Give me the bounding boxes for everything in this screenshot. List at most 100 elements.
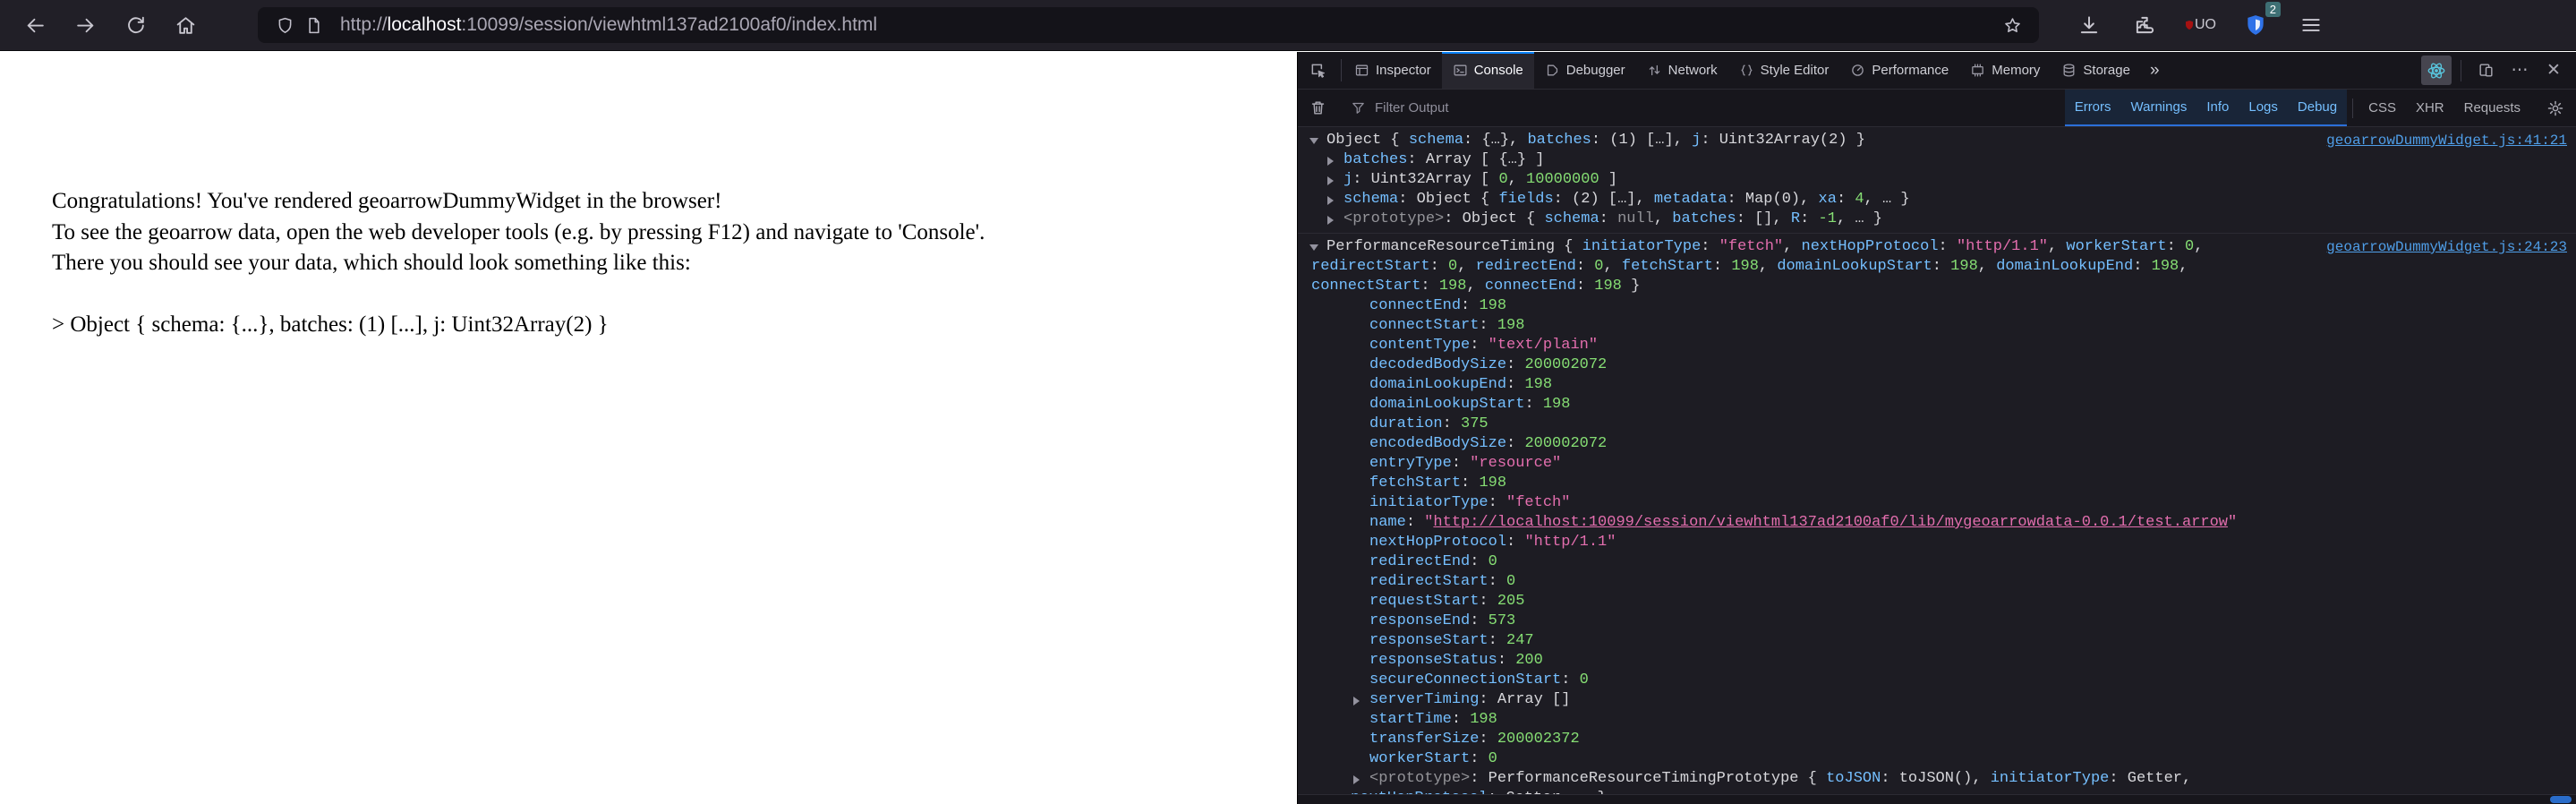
filter-xhr-button[interactable]: XHR: [2406, 90, 2454, 126]
filter-output-input[interactable]: [1373, 99, 1842, 116]
console-row: responseEnd: 573: [1298, 612, 2576, 631]
tab-console[interactable]: Console: [1441, 52, 1534, 89]
expand-arrow-icon[interactable]: [1309, 244, 1318, 251]
home-icon[interactable]: [170, 10, 200, 40]
tab-inspector[interactable]: Inspector: [1343, 52, 1442, 89]
tab-memory[interactable]: Memory: [1959, 52, 2051, 89]
console-token: 247: [1506, 632, 1534, 649]
console-token: domainLookupEnd: [1369, 376, 1507, 393]
collapse-arrow-icon[interactable]: [1353, 697, 1360, 706]
collapse-arrow-icon[interactable]: [1327, 196, 1334, 205]
console-token: :: [1506, 376, 1525, 393]
responsive-design-mode-icon[interactable]: [2470, 56, 2501, 86]
console-token: : Object {: [1444, 210, 1545, 227]
console-row: nextHopProtocol: "http/1.1": [1298, 533, 2576, 552]
page-text-line: Congratulations! You've rendered geoarro…: [52, 189, 722, 213]
filter-errors-button[interactable]: Errors: [2064, 90, 2121, 126]
console-token: : Array [ {…} ]: [1407, 151, 1545, 168]
console-token: 198: [1594, 278, 1622, 295]
ublock-shield-icon[interactable]: UO: [2184, 9, 2216, 41]
console-row[interactable]: schema: Object { fields: (2) […], metada…: [1298, 190, 2576, 210]
pick-element-icon[interactable]: [1298, 52, 1339, 89]
console-token: initiatorType: [1582, 238, 1702, 255]
console-row[interactable]: <prototype>: Object { schema: null, batc…: [1298, 210, 2576, 229]
console-token: j: [1343, 171, 1353, 188]
expand-arrow-icon[interactable]: [1309, 138, 1318, 144]
url-bar[interactable]: http://localhost:10099/session/viewhtml1…: [258, 7, 2039, 43]
source-location-link[interactable]: geoarrowDummyWidget.js:41:21: [2326, 131, 2567, 150]
console-token: batches: [1527, 132, 1591, 149]
memory-icon: [1970, 63, 1985, 78]
filter-info-button[interactable]: Info: [2196, 90, 2239, 126]
extensions-puzzle-icon[interactable]: [2128, 9, 2161, 41]
console-token: redirectEnd: [1369, 553, 1471, 570]
tab-debugger[interactable]: Debugger: [1534, 52, 1636, 89]
console-url-link[interactable]: http://localhost:10099/session/viewhtml1…: [1433, 514, 2228, 531]
url-prefix: http://: [340, 14, 388, 35]
download-icon[interactable]: [2073, 9, 2105, 41]
back-icon[interactable]: [20, 10, 50, 40]
page-icon[interactable]: [299, 11, 328, 39]
menu-hamburger-icon[interactable]: [2295, 9, 2327, 41]
clear-console-trash-icon[interactable]: [1298, 99, 1337, 116]
console-token: :: [1470, 553, 1488, 570]
url-text[interactable]: http://localhost:10099/session/viewhtml1…: [340, 14, 1998, 36]
more-tabs-chevron[interactable]: »: [2141, 52, 2169, 89]
console-token: :: [1599, 210, 1618, 227]
console-token: :: [1488, 494, 1507, 511]
nav-buttons: [20, 10, 200, 40]
console-token: xa: [1818, 191, 1837, 208]
collapse-arrow-icon[interactable]: [1327, 157, 1334, 166]
filter-logs-button[interactable]: Logs: [2239, 90, 2288, 126]
console-settings-gear-icon[interactable]: [2535, 99, 2576, 117]
tracking-protection-shield-icon[interactable]: [270, 11, 299, 39]
star-icon[interactable]: [1998, 11, 2026, 39]
filter-css-button[interactable]: CSS: [2358, 90, 2406, 126]
filter-warnings-button[interactable]: Warnings: [2120, 90, 2197, 126]
close-icon[interactable]: ✕: [2538, 56, 2569, 86]
console-row[interactable]: j: Uint32Array [ 0, 10000000 ]: [1298, 170, 2576, 190]
console-token: :: [1506, 435, 1525, 452]
meatball-menu-icon[interactable]: ⋯: [2504, 56, 2535, 86]
console-token: : toJSON(),: [1881, 770, 1991, 787]
console-token: null: [1617, 210, 1654, 227]
tab-label: Storage: [2083, 63, 2130, 78]
page-blank-line: [52, 279, 985, 311]
collapse-arrow-icon[interactable]: [1327, 176, 1334, 185]
collapse-arrow-icon[interactable]: [1327, 216, 1334, 225]
console-row: encodedBodySize: 200002072: [1298, 434, 2576, 454]
console-token: workerStart: [1369, 750, 1471, 767]
console-row[interactable]: <prototype>: PerformanceResourceTimingPr…: [1298, 769, 2576, 789]
console-token: -1: [1818, 210, 1837, 227]
password-manager-shield-icon[interactable]: 2: [2239, 2, 2281, 41]
forward-icon[interactable]: [70, 10, 100, 40]
console-token: "http/1.1": [1524, 534, 1616, 551]
console-token: schema: [1408, 132, 1464, 149]
console-token: 375: [1461, 415, 1488, 432]
console-message: PerformanceResourceTiming { initiatorTyp…: [1298, 234, 2576, 794]
console-token: :: [1506, 356, 1525, 373]
tab-storage[interactable]: Storage: [2051, 52, 2141, 89]
console-output: Object { schema: {…}, batches: (1) […], …: [1298, 127, 2576, 794]
reload-icon[interactable]: [120, 10, 150, 40]
log-level-filter-buttons: Errors Warnings Info Logs Debug CSS XHR Request…: [2064, 90, 2530, 126]
console-token: 198: [1438, 278, 1467, 295]
source-location-link[interactable]: geoarrowDummyWidget.js:24:23: [2326, 237, 2567, 257]
console-row[interactable]: batches: Array [ {…} ]: [1298, 150, 2576, 170]
filter-requests-button[interactable]: Requests: [2454, 90, 2530, 126]
console-token: metadata: [1653, 191, 1727, 208]
console-token: ,: [1653, 210, 1673, 227]
tab-network[interactable]: Network: [1636, 52, 1728, 89]
console-token: 198: [2151, 258, 2179, 275]
collapse-arrow-icon[interactable]: [1353, 775, 1360, 784]
tab-performance[interactable]: Performance: [1839, 52, 1959, 89]
console-command-input-row[interactable]: [1298, 794, 2576, 804]
console-token: :: [1488, 632, 1507, 649]
filter-debug-button[interactable]: Debug: [2287, 90, 2348, 126]
tab-style-editor[interactable]: Style Editor: [1728, 52, 1840, 89]
console-row: requestStart: 205: [1298, 592, 2576, 612]
console-token: :: [1506, 534, 1525, 551]
console-token: "fetch": [1506, 494, 1571, 511]
react-devtools-atom-icon[interactable]: [2421, 56, 2452, 85]
console-row[interactable]: serverTiming: Array []: [1298, 690, 2576, 710]
